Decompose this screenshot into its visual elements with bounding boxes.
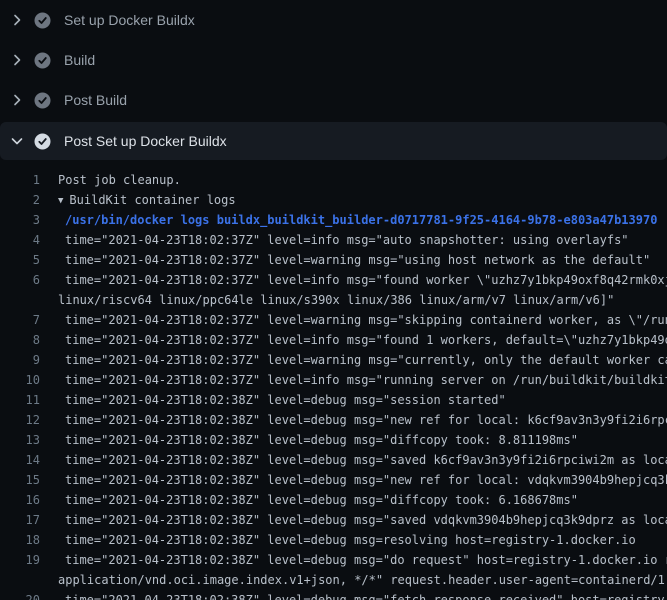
log-text: time="2021-04-23T18:02:37Z" level=info m… xyxy=(40,270,667,290)
step-row-build[interactable]: Build xyxy=(0,40,667,80)
log-line: 4 time="2021-04-23T18:02:37Z" level=info… xyxy=(0,230,667,250)
line-number[interactable]: 20 xyxy=(0,590,40,600)
check-circle-icon xyxy=(34,133,51,150)
log-line: 20 time="2021-04-23T18:02:38Z" level=deb… xyxy=(0,590,667,600)
line-number[interactable]: 18 xyxy=(0,530,40,550)
line-number[interactable]: 6 xyxy=(0,270,40,290)
log-line: 7 time="2021-04-23T18:02:37Z" level=warn… xyxy=(0,310,667,330)
chevron-right-icon xyxy=(9,52,25,68)
log-line: 6 time="2021-04-23T18:02:37Z" level=info… xyxy=(0,270,667,290)
line-number[interactable]: 17 xyxy=(0,510,40,530)
log-text: time="2021-04-23T18:02:37Z" level=warnin… xyxy=(40,350,667,370)
log-line: 18 time="2021-04-23T18:02:38Z" level=deb… xyxy=(0,530,667,550)
log-line-wrap: linux/riscv64 linux/ppc64le linux/s390x … xyxy=(0,290,667,310)
log-line: 1 Post job cleanup. xyxy=(0,170,667,190)
step-row-post-set-up-docker-buildx[interactable]: Post Set up Docker Buildx xyxy=(0,122,667,160)
line-number[interactable]: 12 xyxy=(0,410,40,430)
chevron-down-icon xyxy=(9,133,25,149)
log-text: ▼ BuildKit container logs xyxy=(40,190,236,210)
log-text: Post job cleanup. xyxy=(40,170,181,190)
step-row-post-build[interactable]: Post Build xyxy=(0,80,667,120)
log-text: time="2021-04-23T18:02:38Z" level=debug … xyxy=(40,410,667,430)
log-line: 15 time="2021-04-23T18:02:38Z" level=deb… xyxy=(0,470,667,490)
check-circle-icon xyxy=(34,52,51,69)
log-line-command: 3 /usr/bin/docker logs buildx_buildkit_b… xyxy=(0,210,667,230)
log-line: 10 time="2021-04-23T18:02:37Z" level=inf… xyxy=(0,370,667,390)
log-text: time="2021-04-23T18:02:38Z" level=debug … xyxy=(40,510,667,530)
log-line-wrap: application/vnd.oci.image.index.v1+json,… xyxy=(0,570,667,590)
line-number[interactable]: 4 xyxy=(0,230,40,250)
steps-list: Set up Docker Buildx Build Post Build Po… xyxy=(0,0,667,160)
line-number[interactable]: 16 xyxy=(0,490,40,510)
step-label: Post Build xyxy=(64,92,127,108)
log-text: time="2021-04-23T18:02:37Z" level=info m… xyxy=(40,330,667,350)
line-number[interactable]: 11 xyxy=(0,390,40,410)
log-text: time="2021-04-23T18:02:37Z" level=warnin… xyxy=(40,310,667,330)
line-number[interactable]: 3 xyxy=(0,210,40,230)
log-line: 11 time="2021-04-23T18:02:38Z" level=deb… xyxy=(0,390,667,410)
chevron-right-icon xyxy=(9,92,25,108)
log-line: 8 time="2021-04-23T18:02:37Z" level=info… xyxy=(0,330,667,350)
line-number[interactable]: 13 xyxy=(0,430,40,450)
line-number[interactable]: 19 xyxy=(0,550,40,570)
step-label: Build xyxy=(64,52,95,68)
group-collapse-triangle-icon[interactable]: ▼ xyxy=(58,191,63,210)
log-line: 14 time="2021-04-23T18:02:38Z" level=deb… xyxy=(0,450,667,470)
log-line: 12 time="2021-04-23T18:02:38Z" level=deb… xyxy=(0,410,667,430)
line-number[interactable]: 15 xyxy=(0,470,40,490)
line-number xyxy=(0,570,40,590)
group-title: BuildKit container logs xyxy=(69,193,235,207)
line-number[interactable]: 7 xyxy=(0,310,40,330)
log-text: /usr/bin/docker logs buildx_buildkit_bui… xyxy=(40,210,657,230)
log-line: 17 time="2021-04-23T18:02:38Z" level=deb… xyxy=(0,510,667,530)
log-text: time="2021-04-23T18:02:37Z" level=warnin… xyxy=(40,250,650,270)
log-text: time="2021-04-23T18:02:38Z" level=debug … xyxy=(40,430,578,450)
log-line: 16 time="2021-04-23T18:02:38Z" level=deb… xyxy=(0,490,667,510)
step-label: Set up Docker Buildx xyxy=(64,12,195,28)
check-circle-icon xyxy=(34,12,51,29)
log-text: linux/riscv64 linux/ppc64le linux/s390x … xyxy=(40,290,614,310)
check-circle-icon xyxy=(34,92,51,109)
log-text: time="2021-04-23T18:02:38Z" level=debug … xyxy=(40,390,506,410)
step-label: Post Set up Docker Buildx xyxy=(64,133,227,149)
line-number[interactable]: 9 xyxy=(0,350,40,370)
log-line: 13 time="2021-04-23T18:02:38Z" level=deb… xyxy=(0,430,667,450)
log-text: time="2021-04-23T18:02:38Z" level=debug … xyxy=(40,530,636,550)
line-number[interactable]: 10 xyxy=(0,370,40,390)
line-number[interactable]: 14 xyxy=(0,450,40,470)
log-text: time="2021-04-23T18:02:38Z" level=debug … xyxy=(40,550,667,570)
log-viewer: 1 Post job cleanup. 2 ▼ BuildKit containe… xyxy=(0,160,667,600)
log-text: time="2021-04-23T18:02:38Z" level=debug … xyxy=(40,490,578,510)
line-number[interactable]: 1 xyxy=(0,170,40,190)
log-text: application/vnd.oci.image.index.v1+json,… xyxy=(40,570,667,590)
log-text: time="2021-04-23T18:02:38Z" level=debug … xyxy=(40,450,667,470)
chevron-right-icon xyxy=(9,12,25,28)
log-line: 9 time="2021-04-23T18:02:37Z" level=warn… xyxy=(0,350,667,370)
log-text: time="2021-04-23T18:02:38Z" level=debug … xyxy=(40,470,667,490)
log-line: 5 time="2021-04-23T18:02:37Z" level=warn… xyxy=(0,250,667,270)
line-number[interactable]: 8 xyxy=(0,330,40,350)
log-line: 19 time="2021-04-23T18:02:38Z" level=deb… xyxy=(0,550,667,570)
line-number xyxy=(0,290,40,310)
log-text: time="2021-04-23T18:02:37Z" level=info m… xyxy=(40,370,667,390)
line-number[interactable]: 5 xyxy=(0,250,40,270)
line-number[interactable]: 2 xyxy=(0,190,40,210)
log-text: time="2021-04-23T18:02:38Z" level=debug … xyxy=(40,590,667,600)
log-text: time="2021-04-23T18:02:37Z" level=info m… xyxy=(40,230,629,250)
log-group-line[interactable]: 2 ▼ BuildKit container logs xyxy=(0,190,667,210)
step-row-set-up-docker-buildx[interactable]: Set up Docker Buildx xyxy=(0,0,667,40)
